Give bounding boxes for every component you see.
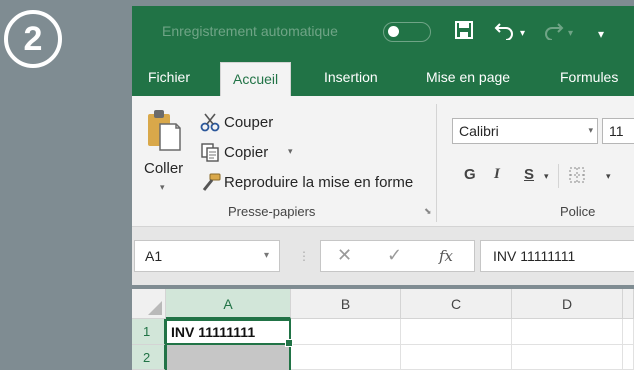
undo-icon[interactable] [494, 20, 516, 40]
group-divider [436, 104, 437, 222]
clipboard-launcher-icon[interactable]: ⬊ [424, 206, 432, 217]
column-header-b[interactable]: B [291, 289, 401, 319]
tab-formules[interactable]: Formules [560, 58, 618, 96]
cell-c1[interactable] [401, 319, 512, 345]
font-name-value: Calibri [459, 123, 499, 139]
copy-icon[interactable] [200, 142, 220, 167]
title-bar: Enregistrement automatique ▾ ▾ ▾ [132, 6, 634, 58]
cancel-icon[interactable]: ✕ [337, 245, 352, 266]
spreadsheet-grid: A B C D 1 2 INV 11111111 [132, 289, 634, 370]
formula-value: INV 11111111 [493, 248, 576, 264]
name-box-dropdown-icon: ▾ [263, 250, 269, 261]
font-group-label: Police [560, 204, 596, 219]
select-all-icon [148, 301, 162, 315]
cell-a1[interactable]: INV 11111111 [165, 319, 293, 347]
clipboard-group-label: Presse-papiers [228, 204, 316, 219]
font-name-select[interactable]: Calibri ▾ [452, 118, 598, 144]
font-size-select[interactable]: 11 [602, 118, 634, 144]
toggle-knob [388, 26, 399, 37]
format-painter-icon[interactable] [200, 172, 222, 197]
paste-dropdown-icon[interactable]: ▾ [160, 182, 165, 193]
formula-input[interactable]: INV 11111111 [480, 240, 634, 272]
font-size-value: 11 [609, 123, 624, 139]
format-divider [558, 164, 559, 188]
redo-icon[interactable] [542, 20, 564, 40]
column-header-a[interactable]: A [166, 289, 291, 319]
paste-icon[interactable] [146, 108, 182, 152]
cell-a2[interactable] [165, 345, 291, 370]
excel-window: Enregistrement automatique ▾ ▾ ▾ Fichier… [132, 6, 634, 370]
borders-dropdown-icon[interactable]: ▾ [606, 171, 611, 182]
select-all-button[interactable] [132, 289, 166, 319]
copy-dropdown-icon[interactable]: ▾ [288, 146, 293, 157]
tab-mise-en-page[interactable]: Mise en page [426, 58, 510, 96]
tab-accueil[interactable]: Accueil [220, 62, 292, 96]
step-number-badge: 2 [4, 10, 62, 68]
insert-function-icon[interactable]: fx [439, 247, 453, 265]
enter-icon[interactable]: ✓ [387, 245, 402, 266]
column-header-d[interactable]: D [512, 289, 623, 319]
autosave-toggle[interactable] [383, 22, 431, 42]
tab-fichier[interactable]: Fichier [148, 58, 190, 96]
column-header-e[interactable] [623, 289, 634, 319]
undo-dropdown-icon[interactable]: ▾ [520, 22, 525, 46]
cell-d2[interactable] [512, 345, 623, 370]
ribbon: Coller ▾ Couper Copier ▾ Reproduire la m… [132, 96, 634, 227]
cell-b2[interactable] [291, 345, 401, 370]
formula-bar-area: A1 ▾ ⋮ ✕ ✓ fx INV 11111111 [132, 227, 634, 285]
redo-dropdown-icon[interactable]: ▾ [568, 22, 573, 46]
cell-e2[interactable] [623, 345, 634, 370]
name-box-value: A1 [145, 248, 163, 264]
row-header-1[interactable]: 1 [132, 319, 166, 345]
bold-button[interactable]: G [464, 166, 476, 183]
paste-button[interactable]: Coller [144, 160, 183, 177]
name-box[interactable]: A1 ▾ [134, 240, 280, 272]
column-header-c[interactable]: C [401, 289, 512, 319]
italic-button[interactable]: I [494, 166, 500, 183]
tab-insertion[interactable]: Insertion [324, 58, 378, 96]
autosave-label: Enregistrement automatique [162, 23, 338, 39]
row-header-2[interactable]: 2 [132, 345, 166, 370]
cut-button[interactable]: Couper [224, 114, 273, 131]
formula-bar-grip-icon[interactable]: ⋮ [298, 249, 310, 263]
font-name-dropdown-icon: ▾ [588, 125, 593, 135]
formula-buttons: ✕ ✓ fx [320, 240, 475, 272]
format-painter-button[interactable]: Reproduire la mise en forme [224, 174, 413, 191]
customize-toolbar-icon[interactable]: ▾ [598, 22, 604, 46]
save-icon[interactable] [454, 20, 474, 40]
fill-handle[interactable] [285, 339, 293, 347]
cell-a1-value: INV 11111111 [171, 324, 256, 340]
borders-icon[interactable] [568, 166, 586, 189]
copy-button[interactable]: Copier [224, 144, 268, 161]
scissors-icon[interactable] [200, 112, 220, 137]
underline-button[interactable]: S [524, 166, 534, 183]
cell-d1[interactable] [512, 319, 623, 345]
cell-b1[interactable] [291, 319, 401, 345]
ribbon-tabs: Fichier Accueil Insertion Mise en page F… [132, 58, 634, 96]
cell-c2[interactable] [401, 345, 512, 370]
cell-e1[interactable] [623, 319, 634, 345]
underline-dropdown-icon[interactable]: ▾ [544, 171, 549, 182]
